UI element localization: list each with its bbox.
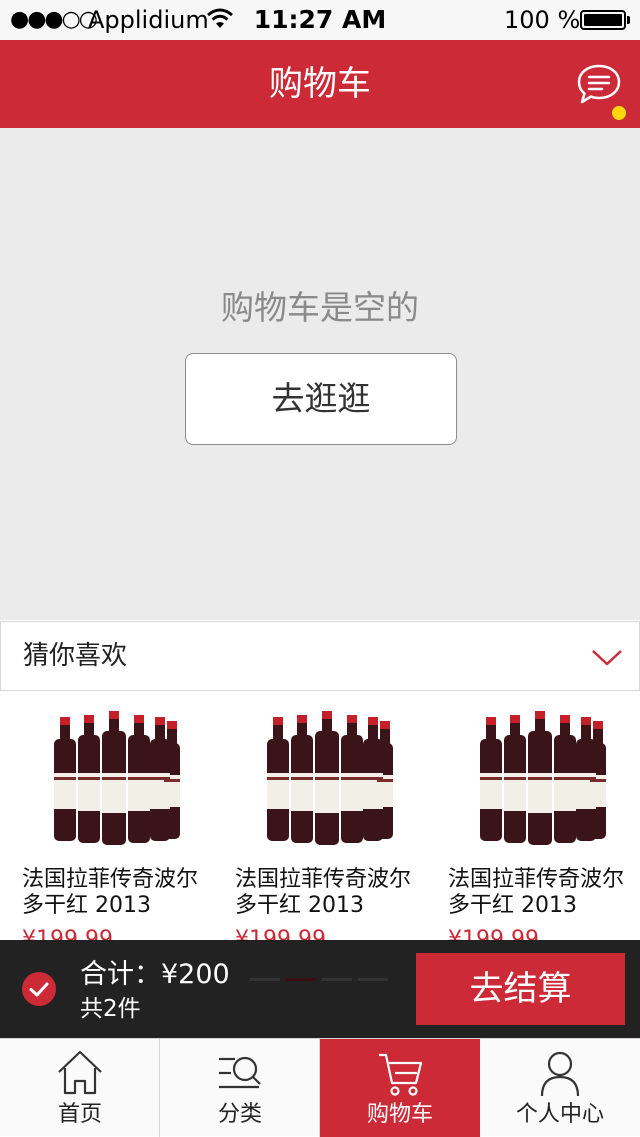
search-list-icon <box>219 1056 261 1089</box>
tab-cart[interactable]: 购物车 <box>320 1039 480 1137</box>
wine-bottles-image <box>267 711 393 845</box>
chevron-down-icon[interactable] <box>589 642 625 672</box>
notification-dot <box>612 106 626 120</box>
select-all-check-icon[interactable] <box>22 972 56 1006</box>
battery-icon <box>580 10 626 30</box>
message-button[interactable] <box>574 62 624 108</box>
tab-home[interactable]: 首页 <box>0 1039 160 1137</box>
product-name: 法国拉菲传奇波尔多干红 2013 <box>448 867 625 918</box>
product-list: 法国拉菲传奇波尔多干红 2013 ¥199.99 法国拉菲传奇波尔多干红 201… <box>0 691 640 941</box>
wine-bottles-image <box>54 711 180 845</box>
empty-cart-message: 购物车是空的 <box>221 288 419 327</box>
go-shopping-button[interactable]: 去逛逛 <box>185 353 457 445</box>
checkmark-icon <box>29 982 49 997</box>
page-indicator <box>250 978 400 982</box>
tab-label: 首页 <box>57 1102 102 1127</box>
recommend-header[interactable]: 猜你喜欢 <box>0 621 640 691</box>
checkout-bar: 合计：¥200 共2件 去结算 <box>0 940 640 1038</box>
status-bar: ●●●○○ Applidium 11:27 AM 100 % <box>0 0 640 40</box>
empty-cart-area: 购物车是空的 去逛逛 <box>0 128 640 620</box>
checkout-button[interactable]: 去结算 <box>416 953 625 1025</box>
product-card[interactable]: 法国拉菲传奇波尔多干红 2013 ¥199.99 <box>426 691 639 941</box>
battery-percent: 100 % <box>504 6 581 34</box>
home-icon <box>58 1050 102 1095</box>
nav-bar: 购物车 <box>0 40 640 128</box>
tab-label: 个人中心 <box>515 1102 604 1127</box>
tab-bar: 首页 分类 购物车 个人中心 <box>0 1038 640 1137</box>
recommend-title: 猜你喜欢 <box>23 641 128 671</box>
tab-label: 分类 <box>217 1102 262 1127</box>
product-price: ¥199.99 <box>22 927 113 941</box>
cart-icon <box>379 1053 423 1096</box>
product-name: 法国拉菲传奇波尔多干红 2013 <box>235 867 412 918</box>
cart-total: 合计：¥200 <box>80 959 230 990</box>
product-name: 法国拉菲传奇波尔多干红 2013 <box>22 867 199 918</box>
tab-profile[interactable]: 个人中心 <box>480 1039 640 1137</box>
wine-bottles-image <box>480 711 606 845</box>
tab-label: 购物车 <box>366 1102 433 1127</box>
message-icon <box>577 64 621 104</box>
product-card[interactable]: 法国拉菲传奇波尔多干红 2013 ¥199.99 <box>213 691 426 941</box>
product-price: ¥199.99 <box>448 927 539 941</box>
cart-count: 共2件 <box>80 996 141 1022</box>
product-card[interactable]: 法国拉菲传奇波尔多干红 2013 ¥199.99 <box>0 691 213 941</box>
product-price: ¥199.99 <box>235 927 326 941</box>
battery-tip <box>627 16 630 24</box>
page-title: 购物车 <box>269 64 371 104</box>
person-icon <box>540 1051 580 1097</box>
tab-category[interactable]: 分类 <box>160 1039 320 1137</box>
